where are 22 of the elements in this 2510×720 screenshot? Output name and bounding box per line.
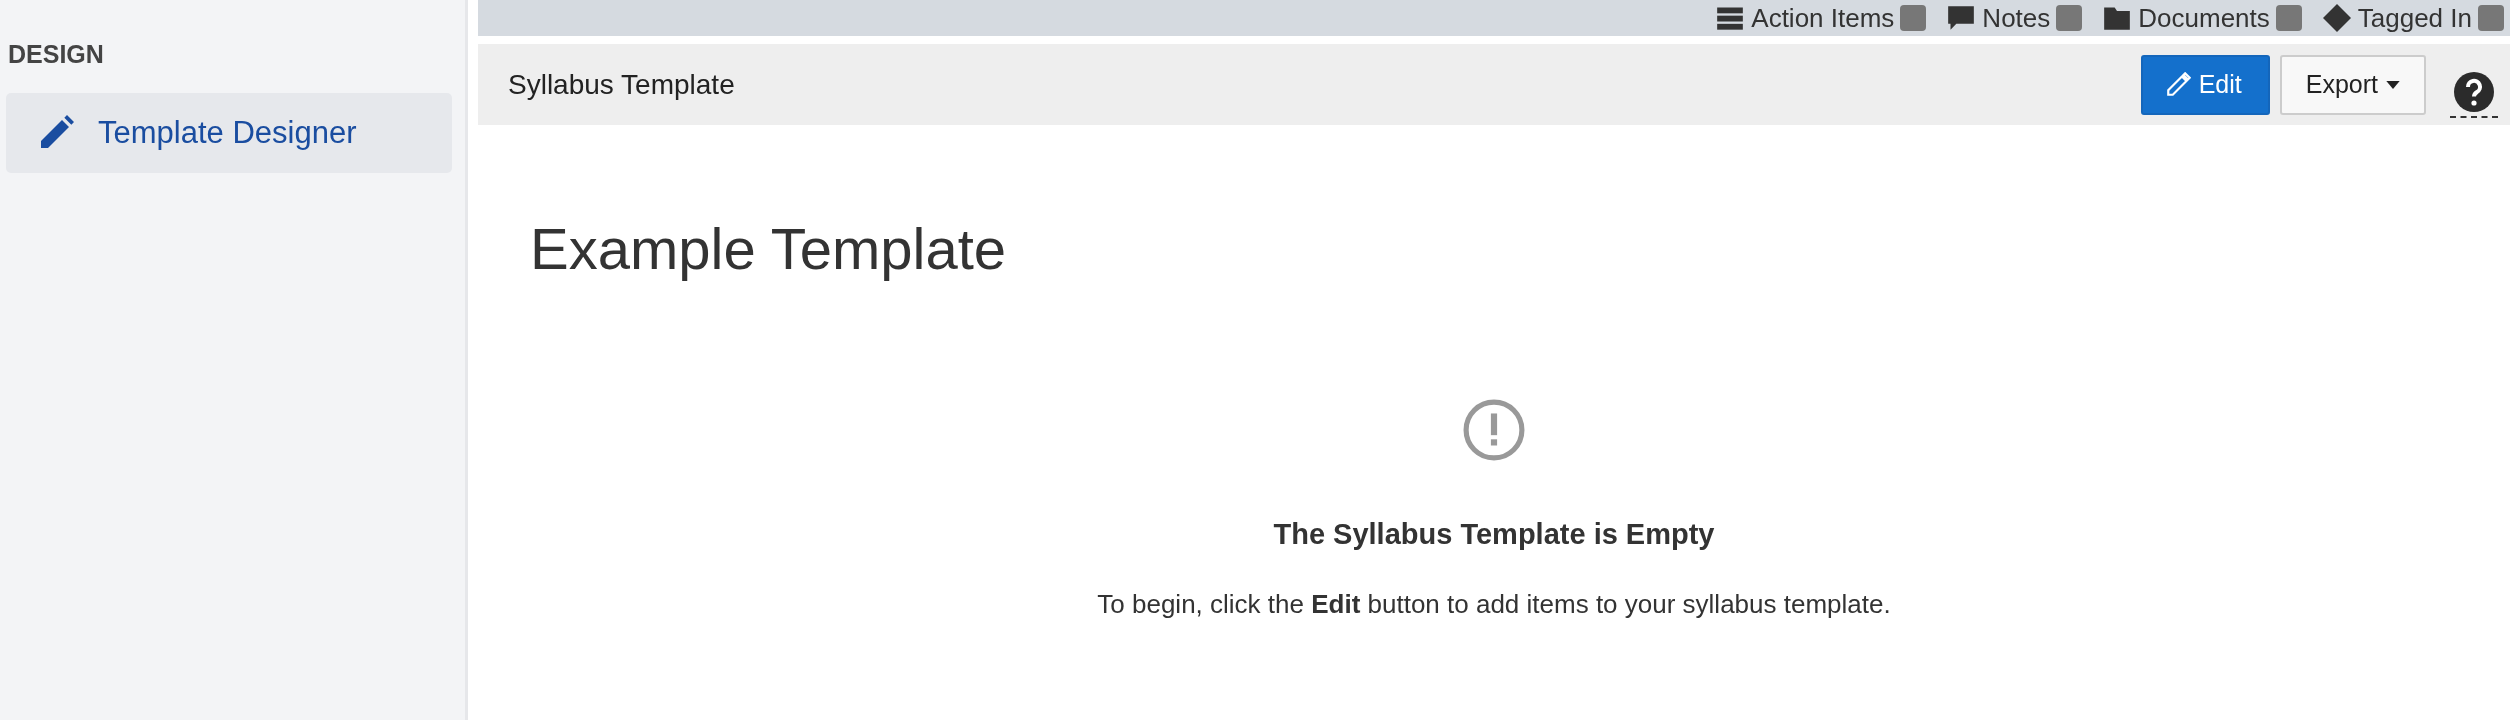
empty-state-heading: The Syllabus Template is Empty [1273, 518, 1715, 551]
top-bar-link[interactable]: Tagged In [2321, 2, 2504, 34]
top-bar-link[interactable]: Notes [1946, 2, 2083, 34]
sidebar-item[interactable]: Template Designer [6, 93, 452, 173]
caret-icon [2386, 80, 2400, 89]
top-bar-link[interactable]: Documents [2102, 2, 2302, 34]
count-badge [1900, 5, 1927, 31]
count-badge [2478, 5, 2504, 31]
page-title: Example Template [530, 215, 1008, 282]
empty-state-message: To begin, click the Edit button to add items to your syllabus template. [1097, 589, 1891, 620]
export-button[interactable]: Export [2279, 54, 2426, 115]
speech-bubble-icon [1946, 4, 1977, 32]
count-badge [2275, 5, 2302, 31]
tag-icon [2321, 4, 2352, 32]
top-bar-link[interactable]: Action Items [1715, 2, 1927, 34]
count-badge [2056, 5, 2083, 31]
section-heading: DESIGN [7, 40, 105, 69]
pencil-icon [2164, 71, 2191, 98]
edit-button[interactable]: Edit [2140, 54, 2270, 115]
page-header-title: Syllabus Template [508, 68, 735, 101]
help-icon [2454, 71, 2494, 112]
exclamation-icon [1463, 399, 1525, 461]
